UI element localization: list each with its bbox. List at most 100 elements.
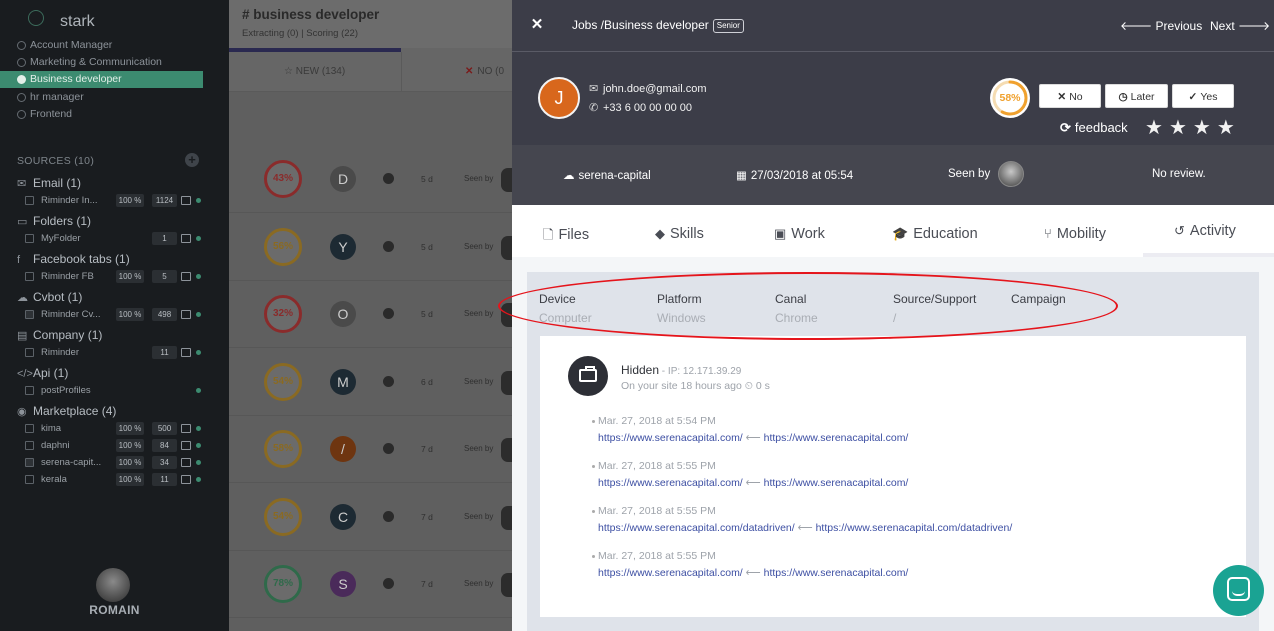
candidate-row[interactable]: 54% C 7 d Seen by — [229, 484, 515, 551]
checkbox[interactable] — [25, 234, 34, 243]
event-url-from[interactable]: https://www.serenacapital.com/ — [764, 432, 909, 444]
arrow-left-icon: 🡐 — [1120, 19, 1153, 33]
job-item-business-developer[interactable]: Business developer — [0, 71, 203, 88]
checkbox[interactable] — [25, 386, 34, 395]
date-info: ▦ 27/03/2018 at 05:54 — [736, 170, 854, 182]
checkbox[interactable] — [25, 196, 34, 205]
phone-icon: ✆ — [589, 102, 599, 114]
breadcrumb: Jobs /Business developer Senior — [572, 18, 744, 33]
radio-icon — [17, 75, 26, 84]
source-group-icon: ☁ — [17, 292, 28, 304]
status-dot — [196, 274, 201, 279]
checkbox[interactable] — [25, 441, 34, 450]
tab-activity[interactable]: ↺ Activity — [1174, 223, 1236, 239]
later-button[interactable]: ◷ Later — [1105, 84, 1168, 108]
days-ago: 6 d — [421, 376, 433, 387]
event-urls: https://www.serenacapital.com/ ⟵ https:/… — [598, 477, 908, 489]
source-group-label: Api (1) — [33, 366, 69, 380]
image-icon — [181, 196, 191, 205]
checkbox[interactable] — [25, 272, 34, 281]
source-item[interactable]: serena-capit... 100 % 34 — [0, 454, 210, 471]
source-group[interactable]: ▭ Folders (1) — [17, 214, 91, 228]
job-item-marketing[interactable]: Marketing & Communication — [0, 54, 203, 71]
source-item[interactable]: Riminder In... 100 % 1124 — [0, 192, 210, 209]
globe-icon — [383, 375, 394, 387]
candidate-row[interactable]: 58% / 7 d Seen by — [229, 416, 515, 483]
source-group[interactable]: </>Api (1) — [17, 366, 68, 380]
x-icon: ✕ — [465, 66, 474, 77]
chat-launcher-button[interactable] — [1213, 565, 1264, 616]
source-item[interactable]: daphni 100 % 84 — [0, 437, 210, 454]
candidate-email[interactable]: ✉ john.doe@gmail.com — [589, 82, 707, 95]
tab-education[interactable]: 🎓 Education — [892, 226, 978, 242]
source-item[interactable]: kima 100 % 500 — [0, 420, 210, 437]
feedback-link[interactable]: ⟳ feedback — [1060, 120, 1128, 136]
event-url-to[interactable]: https://www.serenacapital.com/ — [598, 477, 743, 489]
no-button[interactable]: ✕ No — [1039, 84, 1101, 108]
source-item[interactable]: postProfiles — [0, 382, 210, 399]
checkbox[interactable] — [25, 458, 34, 467]
previous-button[interactable]: 🡐 Previous — [1120, 18, 1202, 33]
source-group[interactable]: ▤ Company (1) — [17, 328, 102, 342]
checkbox[interactable] — [25, 424, 34, 433]
event-url-to[interactable]: https://www.serenacapital.com/datadriven… — [598, 522, 795, 534]
source-item[interactable]: MyFolder 1 — [0, 230, 210, 247]
close-icon[interactable]: ✕ — [528, 16, 546, 34]
checkbox[interactable] — [25, 310, 34, 319]
candidate-phone[interactable]: ✆ +33 6 00 00 00 00 — [589, 101, 692, 114]
tab-mobility[interactable]: ⑂ Mobility — [1044, 226, 1106, 242]
next-button[interactable]: Next 🡒 — [1210, 18, 1270, 33]
score-gauge: 54% — [264, 497, 302, 536]
source-group[interactable]: ◉ Marketplace (4) — [17, 404, 116, 418]
star-icon[interactable]: ★ — [1145, 115, 1163, 140]
yes-button[interactable]: ✓ Yes — [1172, 84, 1234, 108]
highlight-annotation — [498, 272, 1118, 340]
user-avatar[interactable] — [96, 568, 130, 602]
seen-by-avatar[interactable] — [998, 161, 1024, 187]
status-dot — [196, 460, 201, 465]
tab-skills[interactable]: ◆ Skills — [655, 226, 704, 242]
source-group-icon: ▭ — [17, 216, 28, 228]
source-group[interactable]: ☁ Cvbot (1) — [17, 290, 82, 304]
event-url-from[interactable]: https://www.serenacapital.com/datadriven… — [816, 522, 1013, 534]
job-item-account-manager[interactable]: Account Manager — [0, 37, 203, 54]
star-icon[interactable]: ★ — [1193, 115, 1211, 140]
tab-new[interactable]: ☆ NEW (134) — [284, 66, 345, 77]
checkbox[interactable] — [25, 475, 34, 484]
arrow-left-icon: ⟵ — [794, 522, 816, 534]
source-item[interactable]: Riminder Cv... 100 % 498 — [0, 306, 210, 323]
rating-stars[interactable]: ★ ★ ★ ★ — [1145, 115, 1241, 140]
add-source-button[interactable]: + — [185, 153, 199, 167]
candidate-row[interactable]: 43% D 5 d Seen by — [229, 146, 515, 213]
event-url-from[interactable]: https://www.serenacapital.com/ — [764, 567, 909, 579]
tab-no[interactable]: ✕ NO (0 — [465, 66, 504, 77]
candidate-row[interactable]: 78% S 7 d Seen by — [229, 551, 515, 618]
score-gauge: 54% — [264, 362, 302, 401]
star-icon[interactable]: ★ — [1217, 115, 1235, 140]
file-icon: 🗋 — [543, 227, 554, 242]
event-url-from[interactable]: https://www.serenacapital.com/ — [764, 477, 909, 489]
job-item-hr-manager[interactable]: hr manager — [0, 89, 203, 106]
source-item[interactable]: kerala 100 % 11 — [0, 471, 210, 488]
days-ago: 5 d — [421, 241, 433, 252]
source-group-icon: f — [17, 254, 21, 266]
event-date: Mar. 27, 2018 at 5:54 PM — [598, 415, 716, 427]
candidate-row[interactable]: 54% M 6 d Seen by — [229, 349, 515, 416]
source-group[interactable]: ✉ Email (1) — [17, 176, 81, 190]
event-url-to[interactable]: https://www.serenacapital.com/ — [598, 432, 743, 444]
status-dot — [196, 350, 201, 355]
star-icon[interactable]: ★ — [1169, 115, 1187, 140]
globe-icon — [383, 308, 394, 319]
tab-work[interactable]: ▣ Work — [774, 226, 825, 242]
job-item-frontend[interactable]: Frontend — [0, 106, 203, 123]
checkbox[interactable] — [25, 348, 34, 357]
candidate-row[interactable]: 56% Y 5 d Seen by — [229, 214, 515, 281]
event-url-to[interactable]: https://www.serenacapital.com/ — [598, 567, 743, 579]
tab-files[interactable]: 🗋 Files — [543, 226, 589, 248]
source-item[interactable]: Riminder 11 — [0, 344, 210, 361]
candidate-row[interactable]: 32% O 5 d Seen by — [229, 281, 515, 348]
source-group[interactable]: f Facebook tabs (1) — [17, 252, 130, 266]
source-item[interactable]: Riminder FB 100 % 5 — [0, 268, 210, 285]
panel-header: ✕ Jobs /Business developer Senior 🡐 Previ… — [512, 0, 1274, 145]
source-name: Riminder — [41, 347, 80, 358]
